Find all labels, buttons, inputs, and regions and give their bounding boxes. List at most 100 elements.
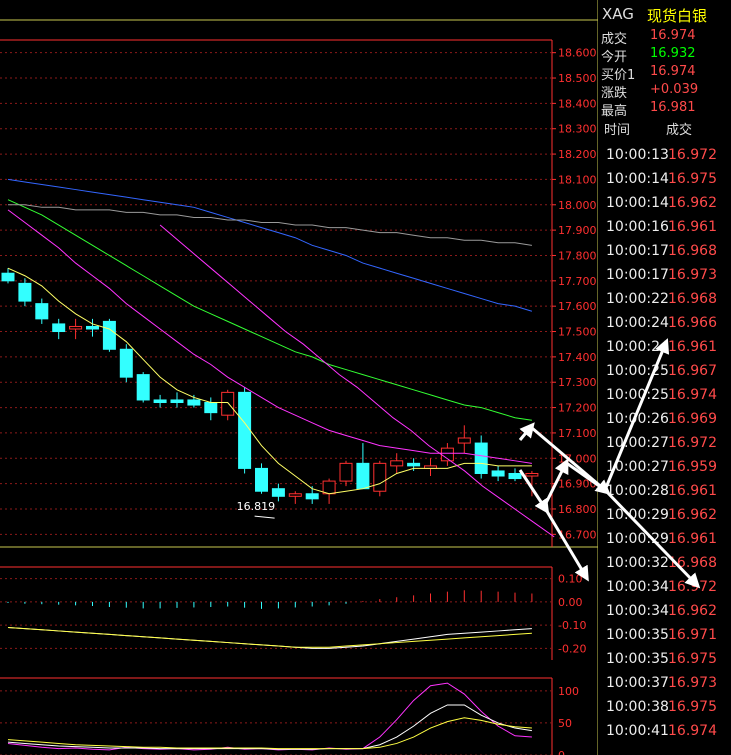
quote-row: 涨跌 +0.039 — [598, 82, 731, 101]
tick-price: 16.962 — [668, 195, 717, 211]
tick-price: 16.967 — [668, 363, 717, 379]
candle-body — [356, 462, 370, 490]
tick-price: 16.968 — [668, 291, 717, 307]
tick-row: 10:00:25 16.967 — [598, 363, 731, 387]
tick-price: 16.973 — [668, 267, 717, 283]
tick-price: 16.975 — [668, 699, 717, 715]
y-tick-label: 18.000 — [558, 199, 597, 212]
tick-time: 10:00:27 — [606, 459, 669, 475]
quote-label: 成交 — [601, 32, 628, 47]
macd-tick-label: -0.20 — [558, 642, 586, 655]
tick-row: 10:00:37 16.973 — [598, 675, 731, 699]
candle-body — [170, 399, 184, 404]
tick-time: 10:00:35 — [606, 651, 669, 667]
tick-row: 10:00:34 16.962 — [598, 603, 731, 627]
tick-price: 16.973 — [668, 675, 717, 691]
tick-row: 10:00:14 16.975 — [598, 171, 731, 195]
kdj-line — [7, 682, 532, 751]
y-tick-label: 18.100 — [558, 173, 597, 186]
candle-body — [18, 282, 32, 302]
moving-average-line — [8, 204, 532, 246]
tick-time: 10:00:24 — [606, 315, 669, 331]
tick-price: 16.961 — [668, 339, 717, 355]
y-tick-label: 17.000 — [558, 452, 597, 465]
tick-price: 16.961 — [668, 483, 717, 499]
tick-row: 10:00:24 16.966 — [598, 315, 731, 339]
y-tick-label: 17.800 — [558, 249, 597, 262]
tick-time: 10:00:13 — [606, 147, 669, 163]
tick-price: 16.975 — [668, 171, 717, 187]
y-tick-label: 17.400 — [558, 351, 597, 364]
tick-time: 10:00:17 — [606, 267, 669, 283]
candle-body — [1, 272, 15, 282]
candle-body — [153, 399, 167, 404]
tick-row: 10:00:16 16.961 — [598, 219, 731, 243]
tick-row: 10:00:22 16.968 — [598, 291, 731, 315]
quote-value: +0.039 — [650, 82, 699, 97]
tick-price: 16.966 — [668, 315, 717, 331]
candle-body — [305, 493, 319, 500]
tick-time: 10:00:27 — [606, 435, 669, 451]
y-tick-label: 17.600 — [558, 300, 597, 313]
candle-body — [136, 374, 150, 401]
y-tick-label: 18.600 — [558, 47, 597, 60]
quote-value: 16.974 — [650, 28, 696, 43]
tick-price: 16.959 — [668, 459, 717, 475]
tick-time: 10:00:32 — [606, 555, 669, 571]
tick-row: 10:00:35 16.975 — [598, 651, 731, 675]
moving-average-line — [7, 178, 533, 312]
channel-line — [159, 224, 555, 538]
ticks-header-time: 时间 — [604, 123, 631, 138]
tick-time: 10:00:29 — [606, 531, 669, 547]
tick-row: 10:00:28 16.961 — [598, 483, 731, 507]
tick-row: 10:00:38 16.975 — [598, 699, 731, 723]
moving-average-line — [7, 199, 532, 421]
kdj-tick-label: 50 — [558, 717, 572, 730]
y-tick-label: 17.500 — [558, 326, 597, 339]
quote-row: 买价1 16.974 — [598, 64, 731, 83]
tick-price: 16.974 — [668, 387, 717, 403]
candle-body — [491, 470, 505, 477]
tick-row: 10:00:35 16.971 — [598, 627, 731, 651]
tick-time: 10:00:25 — [606, 387, 669, 403]
tick-row: 10:00:34 16.972 — [598, 579, 731, 603]
symbol-code: XAG — [602, 5, 634, 23]
tick-time: 10:00:37 — [606, 675, 669, 691]
tick-row: 10:00:27 16.959 — [598, 459, 731, 483]
quote-label: 最高 — [601, 104, 628, 119]
candle-body — [221, 391, 235, 416]
tick-time: 10:00:41 — [606, 723, 669, 739]
tick-row: 10:00:24 16.961 — [598, 339, 731, 363]
kdj-line — [7, 704, 532, 750]
y-tick-label: 16.900 — [558, 478, 597, 491]
candle-body — [69, 325, 83, 330]
y-tick-label: 18.200 — [558, 148, 597, 161]
y-tick-label: 17.700 — [558, 275, 597, 288]
candle-body — [119, 348, 133, 378]
candle-body — [390, 460, 404, 467]
moving-average-line — [7, 209, 532, 464]
kdj-line — [7, 717, 532, 750]
tick-time: 10:00:14 — [606, 195, 669, 211]
quote-panel: XAG 现货白银 成交 16.974 今开 16.932 买价1 16.974 涨跌 +0.0… — [598, 0, 731, 755]
tick-price: 16.962 — [668, 603, 717, 619]
tick-row: 10:00:32 16.968 — [598, 555, 731, 579]
candlestick-chart: 18.600 18.500 18.400 18.300 18.200 18.100 18.0… — [0, 0, 598, 755]
quote-label: 买价1 — [601, 68, 636, 83]
tick-row: 10:00:27 16.972 — [598, 435, 731, 459]
candle-body — [474, 442, 488, 474]
candle-body — [508, 472, 522, 480]
tick-time: 10:00:17 — [606, 243, 669, 259]
candle-body — [187, 399, 201, 406]
y-tick-label: 17.100 — [558, 427, 597, 440]
tick-price: 16.972 — [668, 579, 717, 595]
tick-price: 16.972 — [668, 435, 717, 451]
y-tick-label: 16.700 — [558, 528, 597, 541]
quote-label: 今开 — [601, 50, 628, 65]
tick-time: 10:00:25 — [606, 363, 669, 379]
kdj-tick-label: 100 — [558, 685, 579, 698]
macd-tick-label: 0.10 — [558, 573, 583, 586]
tick-time: 10:00:29 — [606, 507, 669, 523]
tick-row: 10:00:13 16.972 — [598, 147, 731, 171]
low-marker-line — [254, 515, 275, 519]
